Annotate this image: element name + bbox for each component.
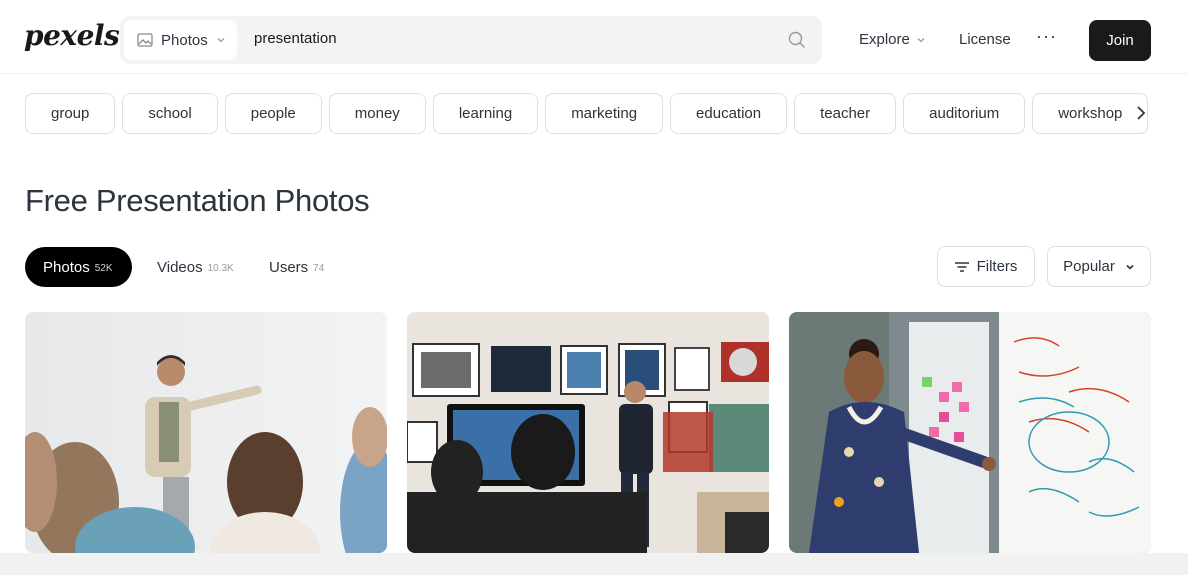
chip-group[interactable]: group bbox=[25, 93, 116, 134]
tab-label: Photos bbox=[43, 258, 90, 276]
chip-learning[interactable]: learning bbox=[432, 93, 539, 134]
chevron-down-icon bbox=[217, 38, 225, 43]
sort-dropdown[interactable]: Popular bbox=[1047, 246, 1151, 287]
tab-label: Users bbox=[269, 258, 309, 276]
chip-school[interactable]: school bbox=[122, 93, 218, 134]
image-icon bbox=[137, 33, 153, 47]
chip-marketing[interactable]: marketing bbox=[545, 93, 664, 134]
search-input[interactable]: presentation bbox=[254, 30, 337, 47]
chip-education[interactable]: education bbox=[670, 93, 788, 134]
photo-whiteboard-presenter bbox=[789, 312, 1151, 553]
tab-users[interactable]: Users 74 bbox=[269, 247, 324, 287]
more-menu-icon[interactable]: ··· bbox=[1036, 26, 1057, 47]
chevron-down-icon bbox=[917, 37, 925, 42]
photo-card[interactable] bbox=[789, 312, 1151, 553]
filters-label: Filters bbox=[976, 258, 1018, 275]
photo-card[interactable] bbox=[407, 312, 769, 553]
page-title: Free Presentation Photos bbox=[25, 183, 370, 218]
site-header: pexels Photos presentation Explore Licen… bbox=[0, 0, 1188, 74]
tab-count: 74 bbox=[313, 262, 325, 274]
tab-videos[interactable]: Videos 10.3K bbox=[157, 247, 234, 287]
filter-lines-icon bbox=[954, 261, 969, 272]
pexels-logo[interactable]: pexels bbox=[24, 22, 120, 50]
chip-workshop[interactable]: workshop bbox=[1032, 93, 1149, 134]
tab-label: Videos bbox=[157, 258, 203, 276]
chevron-down-icon bbox=[1126, 264, 1134, 270]
chevron-right-icon[interactable] bbox=[1134, 104, 1148, 122]
chip-auditorium[interactable]: auditorium bbox=[903, 93, 1026, 134]
photo-presenter-classroom bbox=[25, 312, 387, 553]
tab-count: 10.3K bbox=[207, 262, 234, 274]
search-type-dropdown[interactable]: Photos bbox=[124, 20, 237, 60]
nav-explore-label: Explore bbox=[859, 31, 910, 48]
related-searches: group school people money learning marke… bbox=[25, 93, 1149, 134]
join-button[interactable]: Join bbox=[1089, 20, 1151, 61]
search-type-label: Photos bbox=[161, 31, 208, 49]
chip-money[interactable]: money bbox=[328, 93, 426, 134]
tab-photos[interactable]: Photos 52K bbox=[25, 247, 132, 287]
nav-explore[interactable]: Explore bbox=[859, 31, 926, 48]
chip-teacher[interactable]: teacher bbox=[794, 93, 897, 134]
photo-card[interactable] bbox=[25, 312, 387, 553]
page-bottom-strip bbox=[0, 553, 1188, 575]
filters-button[interactable]: Filters bbox=[937, 246, 1035, 287]
search-icon[interactable] bbox=[788, 31, 806, 49]
tab-count: 52K bbox=[94, 262, 113, 274]
chip-people[interactable]: people bbox=[224, 93, 322, 134]
search-bar: Photos presentation bbox=[120, 16, 822, 64]
photo-gallery-talk bbox=[407, 312, 769, 553]
sort-label: Popular bbox=[1063, 258, 1115, 275]
nav-license[interactable]: License bbox=[959, 31, 1011, 48]
